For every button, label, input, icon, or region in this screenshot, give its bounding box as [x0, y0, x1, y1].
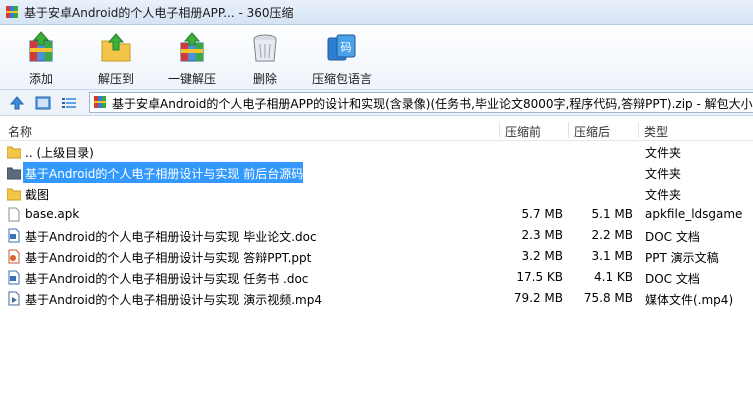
delete-label: 删除 — [252, 72, 277, 86]
file-type: apkfile_ldsgame — [645, 207, 743, 221]
trash-icon — [253, 34, 277, 62]
title-bar: 基于安卓Android的个人电子相册APP... - 360压缩 — [0, 0, 753, 25]
file-row-screenshots[interactable]: 截图 文件夹 — [0, 183, 753, 204]
video-icon — [8, 291, 20, 306]
file-name: 基于Android的个人电子相册设计与实现 前后台源码 — [25, 167, 304, 181]
doc-icon — [8, 270, 20, 285]
add-label: 添加 — [28, 72, 53, 86]
add-archive-icon — [29, 31, 53, 62]
file-row-apk[interactable]: base.apk 5.7 MB 5.1 MB apkfile_ldsgame — [0, 204, 753, 225]
column-type-header[interactable]: 类型 — [644, 123, 668, 140]
file-original-size: 5.1 MB — [591, 207, 633, 221]
toolbar: 添加 解压到 一键解压 删除 码 压缩包语言 — [0, 25, 753, 90]
file-compressed-size: 17.5 KB — [516, 270, 563, 284]
extract-to-button[interactable]: 解压到 — [88, 27, 144, 87]
file-row-demo-video[interactable]: 基于Android的个人电子相册设计与实现 演示视频.mp4 79.2 MB 7… — [0, 288, 753, 309]
file-original-size: 4.1 KB — [594, 270, 633, 284]
file-row-defense-ppt[interactable]: 基于Android的个人电子相册设计与实现 答辩PPT.ppt 3.2 MB 3… — [0, 246, 753, 267]
extract-to-label: 解压到 — [97, 72, 134, 86]
file-type: 文件夹 — [645, 146, 682, 160]
file-original-size: 3.1 MB — [591, 249, 633, 263]
address-field[interactable]: 基于安卓Android的个人电子相册APP的设计和实现(含录像)(任务书,毕业论… — [89, 92, 753, 113]
file-row-parent[interactable]: .. (上级目录) 文件夹 — [0, 141, 753, 162]
add-button[interactable]: 添加 — [14, 27, 68, 87]
file-name: .. (上级目录) — [25, 146, 94, 160]
up-arrow-icon[interactable] — [9, 95, 25, 111]
thumbnail-view-icon[interactable] — [35, 95, 51, 111]
file-name: 基于Android的个人电子相册设计与实现 任务书 .doc — [25, 272, 309, 286]
column-divider[interactable] — [499, 122, 500, 138]
one-click-extract-icon — [180, 32, 204, 62]
archive-language-label: 压缩包语言 — [311, 72, 372, 86]
zip-archive-icon — [94, 96, 106, 108]
file-row-task-doc[interactable]: 基于Android的个人电子相册设计与实现 任务书 .doc 17.5 KB 4… — [0, 267, 753, 288]
file-row-thesis-doc[interactable]: 基于Android的个人电子相册设计与实现 毕业论文.doc 2.3 MB 2.… — [0, 225, 753, 246]
file-icon — [8, 207, 20, 222]
svg-text:码: 码 — [341, 41, 352, 54]
file-name: 基于Android的个人电子相册设计与实现 毕业论文.doc — [25, 230, 317, 244]
file-row-source-folder[interactable]: 基于Android的个人电子相册设计与实现 前后台源码 文件夹 — [0, 162, 753, 183]
address-bar: 基于安卓Android的个人电子相册APP的设计和实现(含录像)(任务书,毕业论… — [0, 90, 753, 116]
list-view-icon[interactable] — [61, 95, 77, 111]
extract-to-icon — [101, 33, 131, 62]
folder-icon — [7, 188, 21, 201]
file-type: PPT 演示文稿 — [645, 251, 719, 265]
window-title: 基于安卓Android的个人电子相册APP... - 360压缩 — [24, 6, 294, 20]
file-original-size: 2.2 MB — [591, 228, 633, 242]
file-name: 基于Android的个人电子相册设计与实现 答辩PPT.ppt — [25, 251, 312, 265]
app-logo-icon — [6, 6, 18, 18]
column-original-header[interactable]: 压缩后 — [574, 123, 610, 140]
file-name: 基于Android的个人电子相册设计与实现 演示视频.mp4 — [25, 293, 322, 307]
one-click-extract-button[interactable]: 一键解压 — [164, 27, 220, 87]
file-type: 文件夹 — [645, 167, 682, 181]
file-type: 媒体文件(.mp4) — [645, 293, 734, 307]
file-compressed-size: 3.2 MB — [521, 249, 563, 263]
column-compressed-header[interactable]: 压缩前 — [505, 123, 541, 140]
file-type: DOC 文档 — [645, 272, 700, 286]
file-compressed-size: 2.3 MB — [521, 228, 563, 242]
file-type: DOC 文档 — [645, 230, 700, 244]
file-name: base.apk — [25, 207, 80, 221]
folder-icon — [7, 146, 21, 159]
file-compressed-size: 79.2 MB — [513, 291, 563, 305]
archive-language-button[interactable]: 码 压缩包语言 — [308, 27, 376, 87]
folder-icon — [7, 167, 21, 180]
one-click-extract-label: 一键解压 — [167, 72, 216, 86]
ppt-icon — [8, 249, 20, 264]
file-type: 文件夹 — [645, 188, 682, 202]
column-name-header[interactable]: 名称 — [8, 123, 32, 140]
file-compressed-size: 5.7 MB — [521, 207, 563, 221]
archive-language-icon: 码 — [327, 34, 356, 61]
column-divider[interactable] — [568, 122, 569, 138]
delete-button[interactable]: 删除 — [240, 27, 290, 87]
file-list-header: 名称 压缩前 压缩后 类型 — [0, 120, 753, 141]
file-original-size: 75.8 MB — [583, 291, 633, 305]
address-path: 基于安卓Android的个人电子相册APP的设计和实现(含录像)(任务书,毕业论… — [112, 97, 753, 111]
doc-icon — [8, 228, 20, 243]
column-divider[interactable] — [638, 122, 639, 138]
file-name: 截图 — [25, 188, 50, 202]
